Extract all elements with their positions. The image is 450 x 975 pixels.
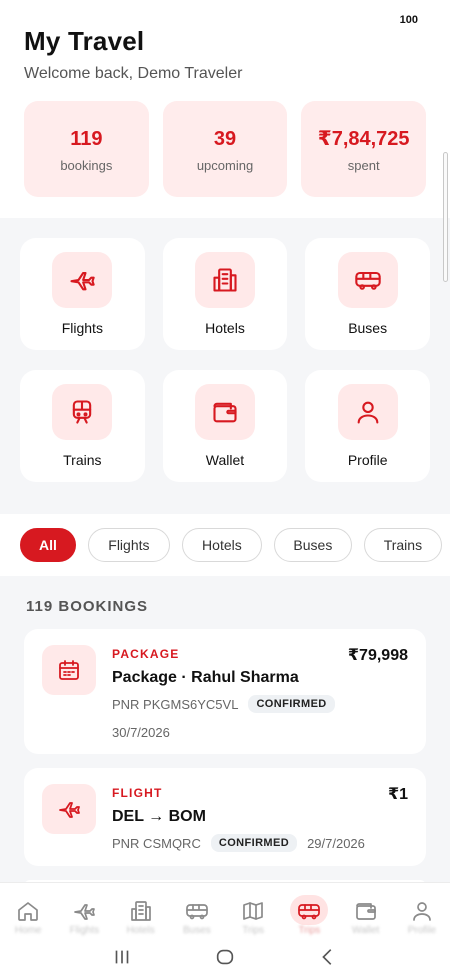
booking-card[interactable]: FLIGHT DEL → BOM PNR CSMQRC CONFIRMED 29…	[24, 768, 426, 866]
nav-label: Home	[14, 925, 42, 936]
nav-wallet[interactable]: Wallet	[341, 899, 391, 936]
service-label: Trains	[63, 452, 102, 468]
stat-label: upcoming	[196, 157, 254, 173]
service-flights[interactable]: Flights	[20, 238, 145, 350]
nav-label: Trips	[298, 925, 321, 936]
nav-label: Profile	[407, 925, 437, 936]
services-grid: Flights Hotels Buses Trains Wallet Profi…	[0, 218, 450, 482]
nav-home[interactable]: Home	[3, 899, 53, 936]
service-label: Hotels	[205, 320, 245, 336]
nav-label: Hotels	[126, 925, 155, 936]
status-badge: CONFIRMED	[248, 695, 335, 713]
booking-type: FLIGHT	[112, 786, 163, 800]
train-icon	[73, 400, 92, 424]
calendar-icon	[59, 660, 79, 680]
map-icon	[243, 902, 263, 920]
booking-title: DEL → BOM	[112, 808, 206, 825]
home-icon	[18, 902, 38, 921]
stats-row: 119 bookings 39 upcoming ₹7,84,725 spent	[24, 101, 427, 197]
service-wallet[interactable]: Wallet	[162, 370, 288, 482]
bottom-navigation: Home Flights Hotels Buses Trips Trips Wa…	[0, 882, 450, 938]
nav-label: Wallet	[351, 925, 380, 936]
booking-card[interactable]: PACKAGE Package · Rahul Sharma PNR PKGMS…	[24, 629, 426, 754]
filter-chip-trains[interactable]: Trains	[363, 528, 442, 562]
filter-chip-all[interactable]: All	[20, 528, 76, 562]
filter-chips: All Flights Hotels Buses Trains	[0, 514, 450, 576]
service-hotels[interactable]: Hotels	[162, 238, 288, 350]
nav-buses[interactable]: Buses	[172, 899, 222, 936]
service-label: Buses	[348, 320, 388, 336]
stat-label: spent	[347, 157, 380, 173]
scrollbar[interactable]	[443, 152, 448, 282]
stat-spent: ₹7,84,725 spent	[301, 101, 427, 197]
welcome-subtitle: Welcome back, Demo Traveler	[24, 65, 243, 82]
nav-label: Flights	[69, 925, 100, 936]
nav-profile[interactable]: Profile	[397, 899, 447, 936]
page-title: My Travel	[24, 26, 145, 56]
status-bar-indicator: 100	[399, 14, 418, 26]
nav-label: Buses	[182, 925, 211, 936]
booking-title: Package · Rahul Sharma	[112, 669, 299, 686]
user-icon	[413, 902, 431, 921]
building-icon	[213, 268, 237, 292]
service-label: Flights	[61, 320, 103, 336]
system-navigation-bar	[0, 938, 450, 975]
booking-price: ₹79,998	[347, 647, 408, 664]
service-label: Wallet	[205, 452, 245, 468]
plane-icon	[70, 271, 96, 291]
nav-hotels[interactable]: Hotels	[116, 899, 166, 936]
home-button-icon[interactable]	[214, 946, 236, 968]
filter-chip-buses[interactable]: Buses	[273, 528, 352, 562]
status-badge: CONFIRMED	[210, 834, 298, 852]
booking-pnr: PNR CSMQRC	[112, 835, 201, 851]
booking-date: 30/7/2026	[112, 725, 170, 740]
stat-value: ₹7,84,725	[317, 127, 410, 150]
stat-value: 39	[213, 127, 237, 150]
back-icon[interactable]	[317, 946, 339, 968]
stat-bookings: 119 bookings	[24, 101, 149, 197]
booking-price: ₹1	[387, 786, 408, 803]
stat-label: bookings	[60, 157, 113, 173]
nav-flights[interactable]: Flights	[59, 899, 109, 936]
service-label: Profile	[347, 452, 388, 468]
filter-chip-flights[interactable]: Flights	[87, 528, 170, 562]
plane-icon	[74, 904, 96, 920]
plane-icon	[59, 802, 80, 818]
recent-apps-icon[interactable]	[111, 946, 133, 968]
service-buses[interactable]: Buses	[305, 238, 430, 350]
user-icon	[357, 401, 379, 424]
bus-icon	[354, 271, 381, 290]
booking-date: 29/7/2026	[307, 835, 365, 851]
page-header: My Travel Welcome back, Demo Traveler 11…	[0, 0, 450, 218]
service-trains[interactable]: Trains	[20, 370, 145, 482]
wallet-icon	[213, 402, 237, 423]
bus-icon	[298, 904, 321, 920]
wallet-icon	[355, 903, 376, 920]
filter-chip-hotels[interactable]: Hotels	[181, 528, 262, 562]
booking-pnr: PNR PKGMS6YC5VL	[112, 696, 239, 712]
bookings-heading: 119 BOOKINGS	[26, 598, 149, 615]
building-icon	[130, 901, 151, 921]
stat-upcoming: 39 upcoming	[162, 101, 288, 197]
nav-map[interactable]: Trips	[228, 899, 278, 936]
nav-trips[interactable]: Trips	[284, 895, 334, 936]
stat-value: 119	[70, 127, 103, 150]
service-profile[interactable]: Profile	[305, 370, 430, 482]
bus-icon	[186, 904, 208, 920]
nav-label: Trips	[242, 925, 265, 936]
